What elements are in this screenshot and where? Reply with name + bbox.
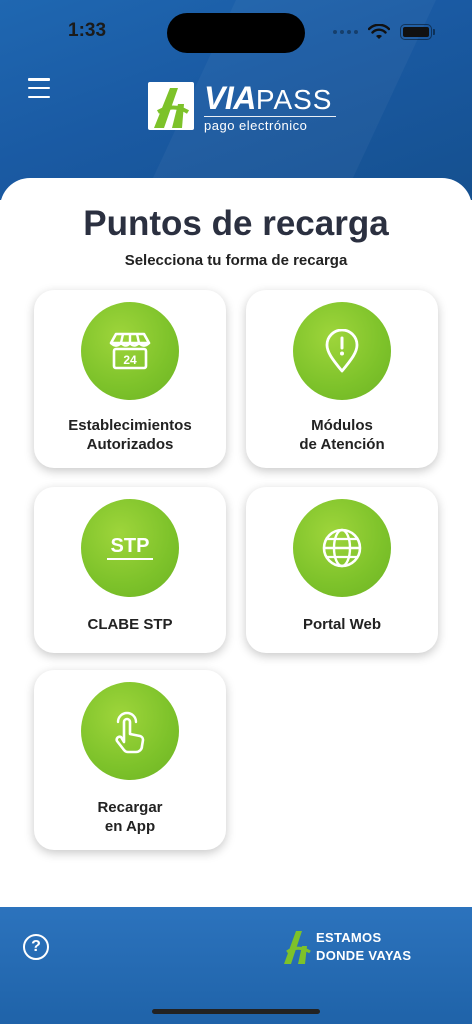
option-icon-circle — [81, 682, 179, 780]
home-indicator[interactable] — [152, 1009, 320, 1014]
viapass-mark-icon — [148, 82, 194, 130]
option-icon-circle — [293, 499, 391, 597]
logo-tagline: pago electrónico — [204, 116, 336, 133]
tap-hand-icon — [115, 711, 145, 754]
option-icon-circle: 24 — [81, 302, 179, 400]
wifi-icon — [368, 24, 390, 39]
page-title: Puntos de recarga — [83, 204, 389, 243]
viapass-logo: VIA PASS pago electrónico — [148, 82, 336, 133]
footer-slogan: ESTAMOS DONDE VAYAS — [282, 929, 411, 965]
menu-button[interactable] — [28, 78, 50, 98]
option-icon-circle: STP — [81, 499, 179, 597]
battery-icon — [400, 24, 435, 40]
option-card-modulos[interactable]: Módulos de Atención — [246, 290, 438, 468]
option-card-recargar-app[interactable]: Recargar en App — [34, 670, 226, 850]
cellular-signal-icon — [333, 30, 358, 34]
logo-pass-text: PASS — [255, 84, 333, 115]
option-label: Recargar en App — [97, 799, 163, 835]
hamburger-icon-line — [28, 86, 50, 90]
status-icons — [333, 22, 435, 42]
status-bar: 1:33 — [0, 0, 472, 60]
option-label: Portal Web — [302, 616, 382, 633]
option-card-establecimientos[interactable]: 24 Establecimientos Autorizados — [34, 290, 226, 468]
viapass-mark-icon — [284, 931, 311, 964]
option-icon-circle — [293, 302, 391, 400]
svg-text:24: 24 — [123, 353, 137, 367]
stp-icon: STP — [107, 535, 153, 560]
svg-text:STP: STP — [111, 535, 150, 557]
hamburger-icon-line — [28, 95, 50, 98]
help-button[interactable]: ? — [23, 934, 49, 960]
option-label: CLABE STP — [87, 616, 173, 633]
location-alert-icon — [325, 329, 359, 373]
logo-via-text: VIA — [204, 80, 256, 116]
option-label: Módulos de Atención — [299, 417, 385, 453]
question-mark-icon: ? — [31, 938, 41, 955]
dynamic-island — [167, 13, 305, 53]
store-24-icon: 24 — [109, 332, 151, 370]
option-label: Establecimientos Autorizados — [68, 417, 192, 453]
hamburger-icon-line — [28, 78, 50, 81]
slogan-line-2: DONDE VAYAS — [316, 948, 412, 963]
option-card-clabe-stp[interactable]: STP CLABE STP — [34, 487, 226, 653]
slogan-line-1: ESTAMOS — [316, 930, 382, 945]
status-time: 1:33 — [68, 20, 107, 41]
globe-icon — [322, 528, 362, 568]
page-subtitle: Selecciona tu forma de recarga — [124, 252, 348, 269]
app-footer — [0, 907, 472, 1024]
option-card-portal-web[interactable]: Portal Web — [246, 487, 438, 653]
